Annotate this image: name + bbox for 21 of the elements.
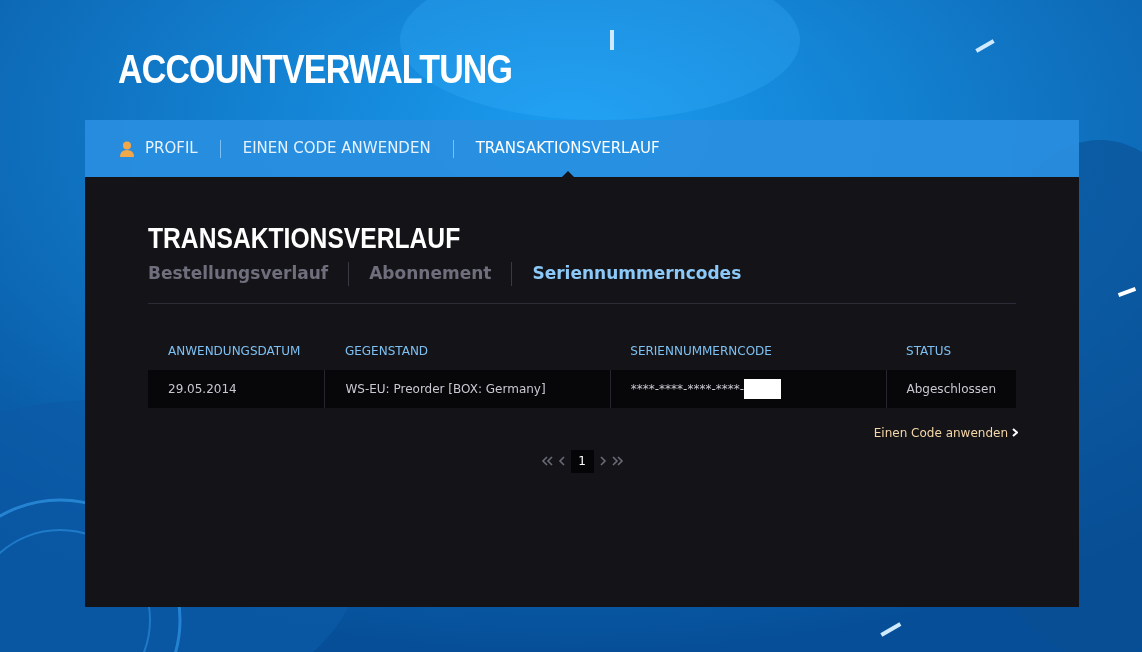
column-header: ANWENDUNGSDATUM [148, 341, 325, 370]
table-cell: Abgeschlossen [886, 369, 1016, 408]
table-cell: ****-****-****-****- [610, 369, 887, 408]
last-page-icon[interactable] [611, 455, 624, 467]
first-page-icon[interactable] [540, 455, 553, 467]
user-icon [119, 140, 135, 157]
column-header: STATUS [886, 341, 1016, 370]
column-header: GEGENSTAND [324, 341, 611, 370]
apply-code-link[interactable]: Einen Code anwenden [873, 423, 1018, 442]
sub-tab[interactable]: Bestellungsverlauf [148, 261, 329, 287]
column-header: SERIENNUMMERNCODE [610, 341, 887, 370]
sub-tab[interactable]: Abonnement [369, 261, 492, 287]
page-button[interactable]: 1 [570, 449, 594, 473]
page-title: ACCOUNTVERWALTUNG [118, 46, 513, 93]
chevron-right-icon [1012, 428, 1018, 437]
section-title: TRANSAKTIONSVERLAUF [148, 221, 461, 255]
table-cell: WS-EU: Preorder [BOX: Germany] [324, 369, 611, 408]
nav-tab[interactable]: PROFIL [119, 120, 198, 177]
table-cell: 29.05.2014 [148, 369, 325, 408]
sub-tab[interactable]: Seriennummerncodes [532, 261, 742, 287]
nav-tab[interactable]: EINEN CODE ANWENDEN [242, 120, 431, 177]
